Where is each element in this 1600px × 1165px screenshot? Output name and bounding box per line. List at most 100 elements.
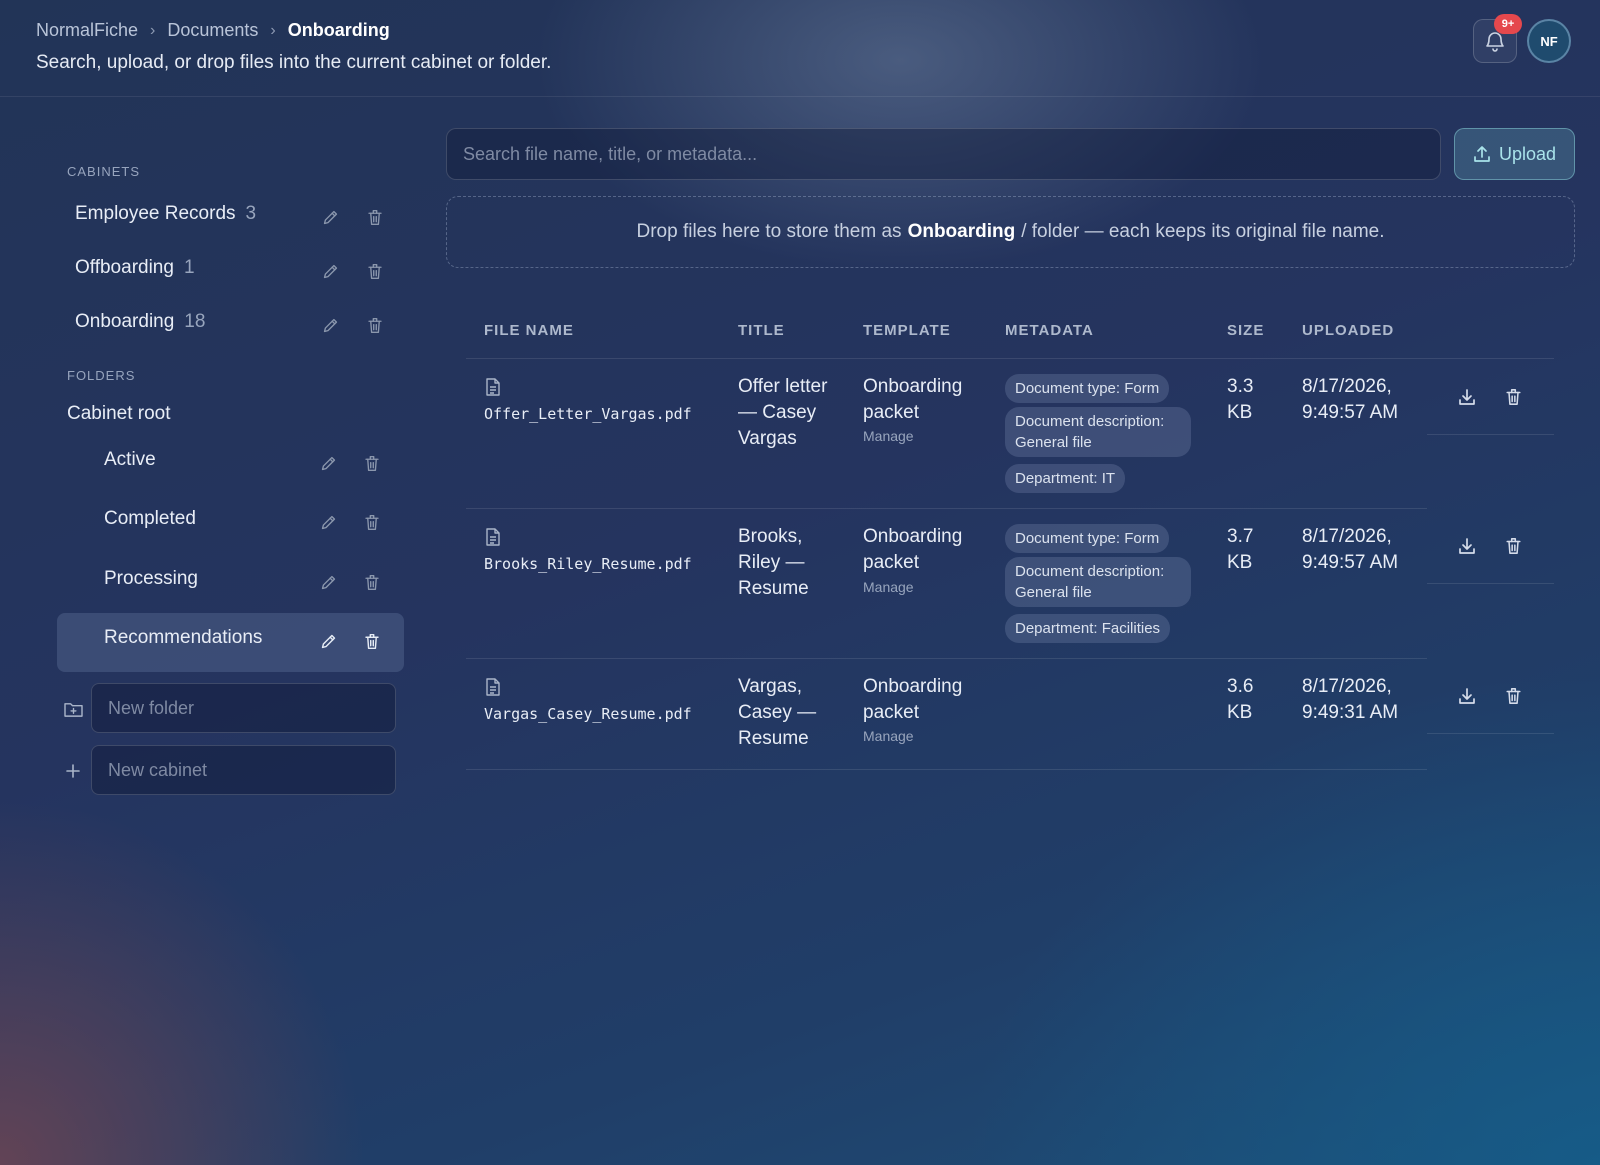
- folder-item-recommendations[interactable]: Recommendations: [104, 627, 262, 649]
- cabinet-item-employee-records[interactable]: Employee Records 3: [75, 203, 256, 225]
- column-header-metadata: METADATA: [1005, 322, 1094, 339]
- pencil-icon: [321, 634, 335, 648]
- column-header-size: SIZE: [1227, 322, 1265, 339]
- file-uploaded: 8/17/2026, 9:49:57 AM: [1302, 376, 1399, 423]
- folder-label: Cabinet root: [67, 403, 171, 424]
- trash-icon: [1505, 538, 1521, 554]
- delete-file-button[interactable]: [1500, 384, 1526, 410]
- cabinet-label: Onboarding: [75, 311, 175, 332]
- folder-item-processing[interactable]: Processing: [104, 568, 198, 590]
- plus-icon: [61, 759, 85, 783]
- breadcrumb-current: Onboarding: [287, 20, 390, 40]
- manage-template-link[interactable]: Manage: [863, 428, 914, 444]
- edit-folder-button[interactable]: [316, 629, 340, 653]
- pencil-icon: [321, 456, 335, 470]
- dropzone-cabinet: Onboarding: [907, 221, 1016, 242]
- download-icon: [1459, 538, 1475, 554]
- new-cabinet-input[interactable]: [91, 745, 396, 795]
- file-size: 3.6 KB: [1227, 676, 1254, 723]
- folder-label: Active: [104, 449, 156, 470]
- file-icon: [486, 528, 500, 546]
- delete-folder-button[interactable]: [360, 510, 384, 534]
- column-header-title: TITLE: [738, 322, 785, 339]
- file-icon: [486, 678, 500, 696]
- cabinet-label: Employee Records: [75, 203, 236, 224]
- cabinet-count: 1: [183, 257, 195, 278]
- file-title: Brooks, Riley — Resume: [738, 526, 809, 599]
- edit-folder-button[interactable]: [316, 451, 340, 475]
- upload-label: Upload: [1498, 143, 1557, 164]
- column-header-file-name: FILE NAME: [484, 322, 574, 339]
- download-button[interactable]: [1454, 533, 1480, 559]
- edit-folder-button[interactable]: [316, 510, 340, 534]
- folder-label: Processing: [104, 568, 198, 589]
- download-button[interactable]: [1454, 384, 1480, 410]
- folders-section-label: FOLDERS: [67, 368, 136, 383]
- delete-folder-button[interactable]: [360, 629, 384, 653]
- search-input[interactable]: [446, 128, 1441, 180]
- edit-folder-button[interactable]: [316, 570, 340, 594]
- file-name[interactable]: Vargas_Casey_Resume.pdf: [484, 705, 692, 723]
- metadata-chip: Department: IT: [1005, 464, 1126, 493]
- folder-plus-icon: [61, 697, 85, 721]
- cabinets-section-label: CABINETS: [67, 164, 141, 179]
- cabinet-item-onboarding[interactable]: Onboarding 18: [75, 311, 205, 333]
- upload-button[interactable]: Upload: [1454, 128, 1575, 180]
- breadcrumb-documents[interactable]: Documents: [167, 20, 258, 41]
- column-header-uploaded: UPLOADED: [1302, 322, 1395, 339]
- file-name[interactable]: Brooks_Riley_Resume.pdf: [484, 555, 692, 573]
- avatar[interactable]: NF: [1527, 19, 1571, 63]
- delete-folder-button[interactable]: [360, 451, 384, 475]
- file-icon: [486, 378, 500, 396]
- pencil-icon: [323, 318, 337, 332]
- file-name[interactable]: Offer_Letter_Vargas.pdf: [484, 405, 692, 423]
- pencil-icon: [321, 575, 335, 589]
- trash-icon: [368, 317, 382, 333]
- breadcrumb: NormalFiche › Documents › Onboarding: [36, 20, 390, 41]
- new-folder-input[interactable]: [91, 683, 396, 733]
- pencil-icon: [321, 515, 335, 529]
- delete-file-button[interactable]: [1500, 683, 1526, 709]
- page-subtitle: Search, upload, or drop files into the c…: [36, 52, 552, 73]
- edit-cabinet-button[interactable]: [318, 259, 342, 283]
- manage-template-link[interactable]: Manage: [863, 579, 914, 595]
- folder-label: Recommendations: [104, 627, 263, 648]
- folder-item-active[interactable]: Active: [104, 449, 156, 471]
- file-template: Onboarding packet: [863, 676, 963, 723]
- cabinet-count: 3: [245, 203, 257, 224]
- dropzone[interactable]: Drop files here to store them as Onboard…: [446, 196, 1575, 268]
- manage-template-link[interactable]: Manage: [863, 728, 914, 744]
- edit-cabinet-button[interactable]: [318, 205, 342, 229]
- delete-folder-button[interactable]: [360, 570, 384, 594]
- breadcrumb-normalfiche[interactable]: NormalFiche: [36, 20, 138, 41]
- trash-icon: [365, 455, 379, 471]
- upload-icon: [1474, 146, 1490, 162]
- download-button[interactable]: [1454, 683, 1480, 709]
- delete-cabinet-button[interactable]: [363, 259, 387, 283]
- metadata-chip: Document type: Form: [1005, 374, 1170, 403]
- file-uploaded: 8/17/2026, 9:49:31 AM: [1302, 676, 1399, 723]
- actions-divider: [1427, 733, 1554, 734]
- folder-item-cabinet-root[interactable]: Cabinet root: [67, 403, 171, 425]
- delete-cabinet-button[interactable]: [363, 313, 387, 337]
- download-icon: [1459, 389, 1475, 405]
- folder-item-completed[interactable]: Completed: [104, 508, 196, 530]
- cabinet-item-offboarding[interactable]: Offboarding 1: [75, 257, 195, 279]
- file-size: 3.7 KB: [1227, 526, 1254, 573]
- metadata-chip: Document description: General file: [1005, 557, 1191, 607]
- delete-cabinet-button[interactable]: [363, 205, 387, 229]
- chevron-right-icon: ›: [270, 21, 276, 39]
- metadata-chip: Document type: Form: [1005, 524, 1170, 553]
- column-header-template: TEMPLATE: [863, 322, 951, 339]
- file-template: Onboarding packet: [863, 376, 963, 423]
- delete-file-button[interactable]: [1500, 533, 1526, 559]
- trash-icon: [368, 209, 382, 225]
- trash-icon: [365, 633, 379, 649]
- edit-cabinet-button[interactable]: [318, 313, 342, 337]
- page-header: NormalFiche › Documents › Onboarding Sea…: [0, 0, 1600, 97]
- notifications-badge: 9+: [1494, 14, 1522, 34]
- file-title: Vargas, Casey — Resume: [738, 676, 817, 749]
- trash-icon: [368, 263, 382, 279]
- file-size: 3.3 KB: [1227, 376, 1254, 423]
- actions-divider: [1427, 583, 1554, 584]
